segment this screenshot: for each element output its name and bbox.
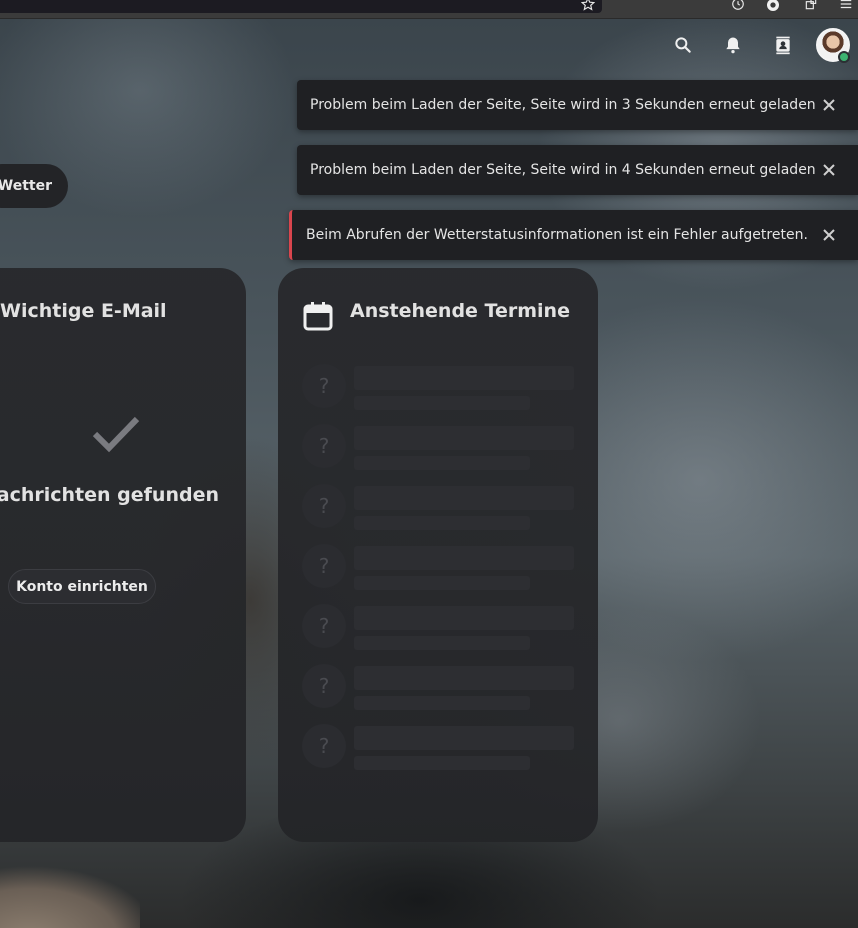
- skeleton-line: [354, 396, 530, 410]
- placeholder-avatar: ?: [302, 664, 346, 708]
- history-icon[interactable]: [730, 0, 746, 13]
- toast-message: Problem beim Laden der Seite, Seite wird…: [310, 97, 816, 113]
- event-skeleton-row: ?: [302, 664, 574, 710]
- bookmark-star-icon[interactable]: [580, 0, 596, 13]
- search-icon[interactable]: [671, 33, 695, 57]
- skeleton-line: [354, 426, 574, 450]
- event-skeleton-row: ?: [302, 424, 574, 470]
- email-card-title: Wichtige E-Mail: [0, 300, 167, 322]
- weather-button[interactable]: Wetter: [0, 164, 68, 208]
- placeholder-avatar: ?: [302, 544, 346, 588]
- browser-toolbar: [0, 0, 858, 19]
- bell-icon[interactable]: [721, 33, 745, 57]
- skeleton-line: [354, 756, 530, 770]
- placeholder-avatar: ?: [302, 724, 346, 768]
- skeleton-line: [354, 606, 574, 630]
- event-skeleton-row: ?: [302, 364, 574, 410]
- menu-icon[interactable]: [838, 0, 854, 13]
- calendar-icon: [302, 300, 334, 336]
- toast-reload-warning-2: Problem beim Laden der Seite, Seite wird…: [297, 145, 858, 195]
- skeleton-line: [354, 456, 530, 470]
- important-email-card: [0, 268, 246, 842]
- contacts-icon[interactable]: [771, 33, 795, 57]
- toast-reload-warning-1: Problem beim Laden der Seite, Seite wird…: [297, 80, 858, 130]
- skeleton-line: [354, 576, 530, 590]
- extension-icon[interactable]: [765, 0, 781, 13]
- toast-weather-error: Beim Abrufen der Wetterstatusinformation…: [289, 210, 858, 260]
- url-field[interactable]: [0, 0, 602, 13]
- no-messages-text: e Nachrichten gefunden: [0, 484, 219, 506]
- skeleton-line: [354, 696, 530, 710]
- skeleton-line: [354, 486, 574, 510]
- toast-message: Problem beim Laden der Seite, Seite wird…: [310, 162, 816, 178]
- close-icon[interactable]: [822, 228, 836, 242]
- weather-label: Wetter: [0, 178, 52, 194]
- setup-account-button[interactable]: Konto einrichten: [8, 569, 156, 604]
- online-status-badge: [838, 51, 850, 63]
- skeleton-line: [354, 516, 530, 530]
- skeleton-line: [354, 666, 574, 690]
- event-skeleton-row: ?: [302, 724, 574, 770]
- close-icon[interactable]: [822, 98, 836, 112]
- skeleton-line: [354, 546, 574, 570]
- event-skeleton-row: ?: [302, 484, 574, 530]
- event-skeleton-row: ?: [302, 544, 574, 590]
- puzzle-icon[interactable]: [803, 0, 819, 13]
- skeleton-line: [354, 636, 530, 650]
- placeholder-avatar: ?: [302, 484, 346, 528]
- skeleton-line: [354, 366, 574, 390]
- toast-message: Beim Abrufen der Wetterstatusinformation…: [306, 227, 808, 243]
- event-skeleton-row: ?: [302, 604, 574, 650]
- skeleton-line: [354, 726, 574, 750]
- placeholder-avatar: ?: [302, 424, 346, 468]
- close-icon[interactable]: [822, 163, 836, 177]
- placeholder-avatar: ?: [302, 364, 346, 408]
- background-rock: [0, 838, 140, 928]
- events-card-title: Anstehende Termine: [350, 300, 570, 322]
- placeholder-avatar: ?: [302, 604, 346, 648]
- check-icon: [92, 414, 140, 458]
